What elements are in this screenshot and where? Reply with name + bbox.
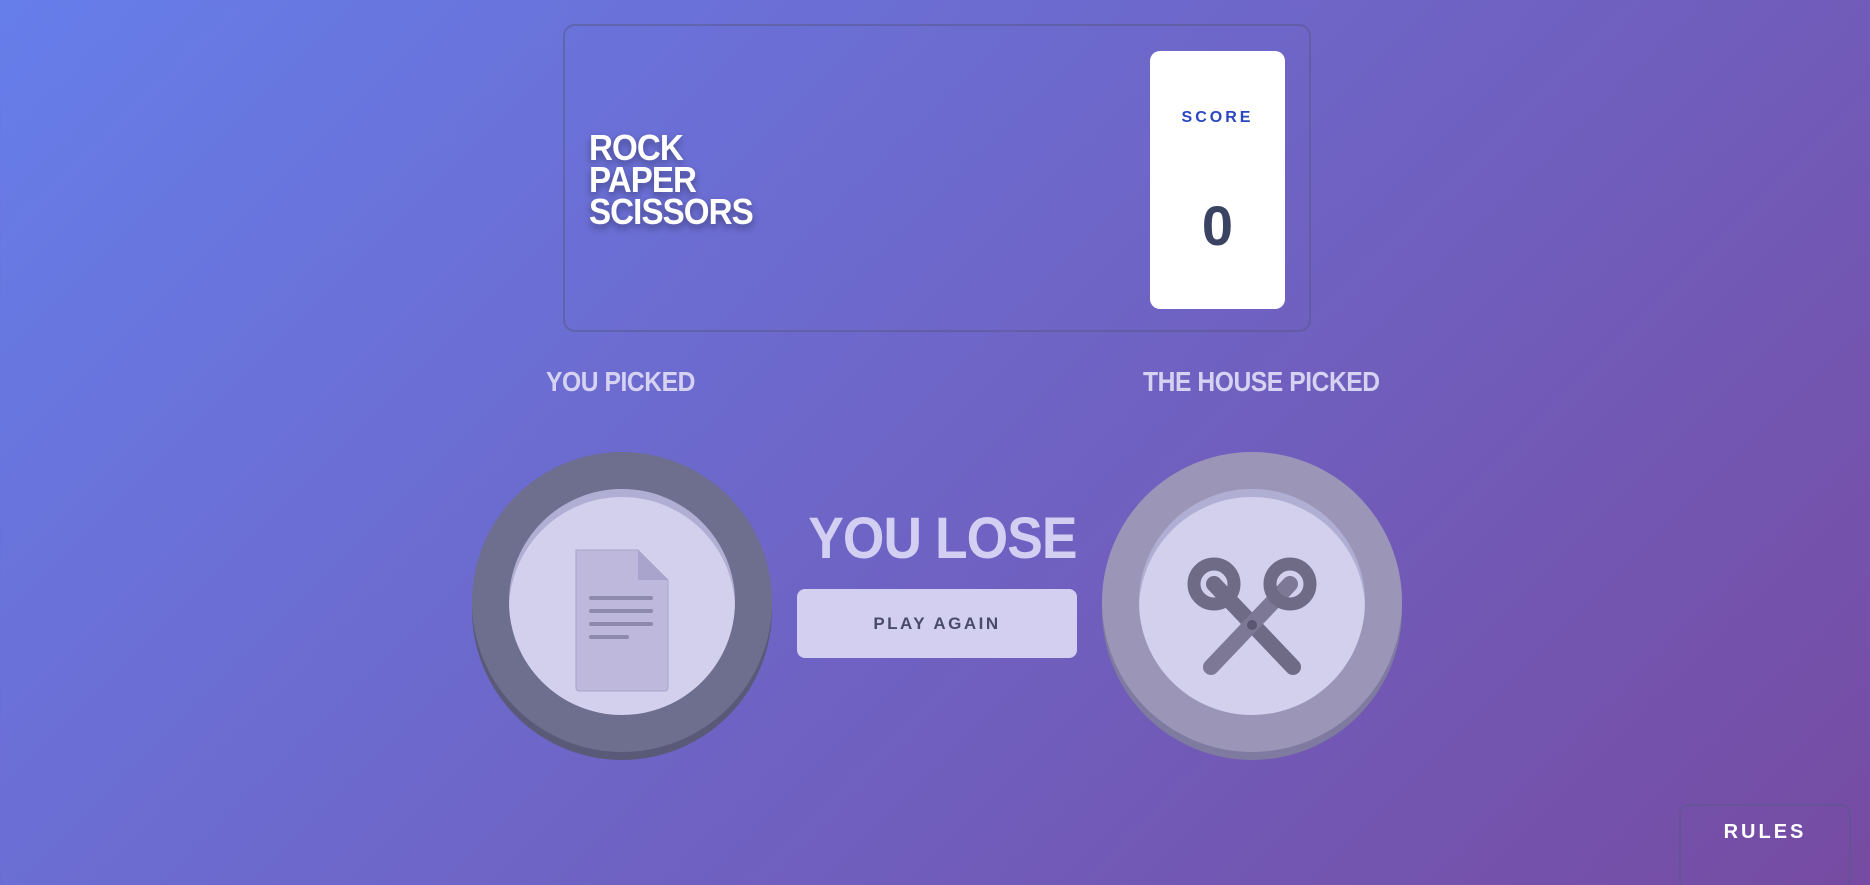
you-picked-label: YOU PICKED (546, 366, 695, 397)
title-line-scissors: SCISSORS (589, 191, 754, 232)
house-pick-token (1102, 452, 1402, 752)
score-value: 0 (1201, 194, 1234, 257)
player-token-inner (509, 489, 735, 715)
paper-icon (575, 549, 669, 692)
house-picked-label: THE HOUSE PICKED (1143, 366, 1380, 397)
score-box: SCORE 0 (1150, 51, 1285, 309)
scissors-icon (1187, 557, 1317, 675)
game-title: ROCK PAPER SCISSORS (589, 130, 754, 232)
result-text: YOU LOSE (808, 506, 1077, 571)
rules-button[interactable]: RULES (1679, 804, 1851, 885)
player-pick-token (472, 452, 772, 752)
house-token-inner (1139, 489, 1365, 715)
score-label: SCORE (1181, 109, 1254, 126)
scoreboard-header: ROCK PAPER SCISSORS SCORE 0 (563, 24, 1311, 332)
play-again-button[interactable]: PLAY AGAIN (797, 589, 1077, 658)
